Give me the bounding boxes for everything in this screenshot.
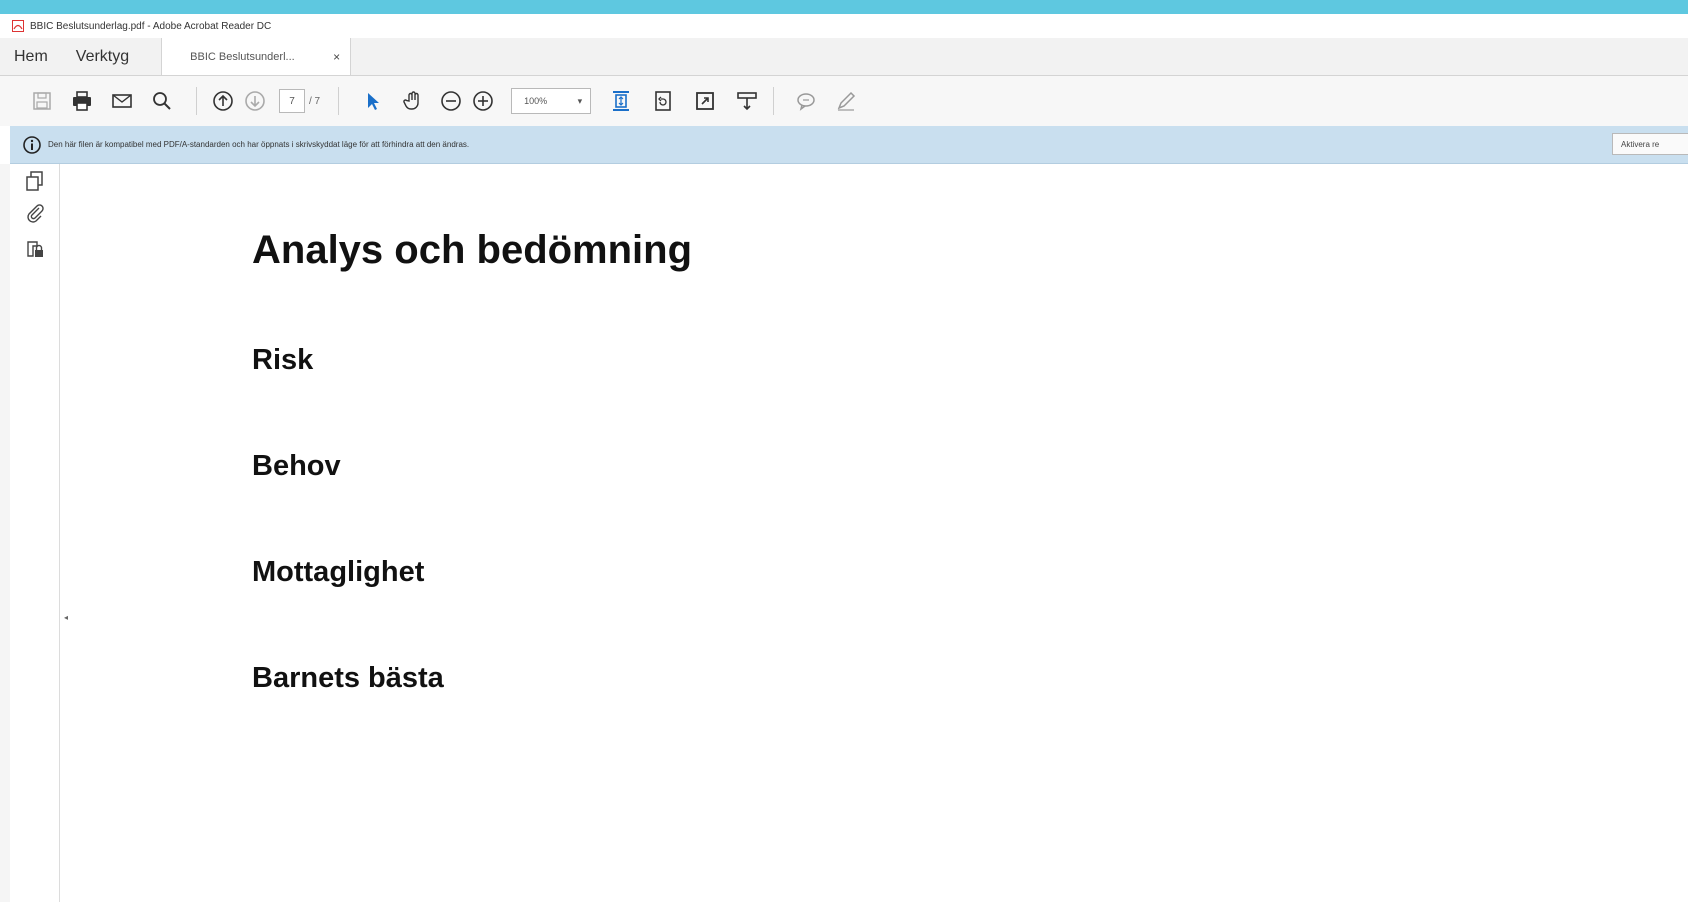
page-title: Analys och bedömning bbox=[252, 228, 693, 272]
print-icon[interactable] bbox=[66, 85, 98, 117]
tab-document-label: BBIC Beslutsunderl... bbox=[190, 50, 295, 63]
rotate-icon[interactable] bbox=[647, 85, 679, 117]
navigation-pane bbox=[10, 164, 60, 902]
tab-close-icon[interactable]: × bbox=[333, 50, 340, 64]
hand-tool-icon[interactable] bbox=[397, 85, 429, 117]
window-title: BBIC Beslutsunderlag.pdf - Adobe Acrobat… bbox=[30, 20, 272, 32]
section-heading-risk: Risk bbox=[252, 344, 314, 376]
pdfa-info-bar: Den här filen är kompatibel med PDF/A-st… bbox=[10, 126, 1688, 164]
zoom-dropdown[interactable]: 100% ▾ bbox=[511, 88, 592, 114]
search-icon[interactable] bbox=[146, 85, 178, 117]
document-page: Analys och bedömning Risk Behov Mottagli… bbox=[72, 164, 1688, 902]
bookmark-lock-icon[interactable] bbox=[22, 236, 48, 262]
main-toolbar: 7 / 7 100% ▾ bbox=[0, 76, 1688, 126]
zoom-value: 100% bbox=[524, 96, 548, 106]
page-up-icon[interactable] bbox=[207, 85, 239, 117]
tab-home[interactable]: Hem bbox=[0, 38, 62, 75]
select-arrow-icon[interactable] bbox=[357, 85, 389, 117]
section-heading-barnets-basta: Barnets bästa bbox=[252, 662, 444, 694]
info-message: Den här filen är kompatibel med PDF/A-st… bbox=[48, 140, 470, 149]
info-icon bbox=[23, 135, 41, 154]
acrobat-app-icon bbox=[12, 20, 24, 32]
window-titlebar: BBIC Beslutsunderlag.pdf - Adobe Acrobat… bbox=[0, 14, 1688, 38]
tab-bar: Hem Verktyg BBIC Beslutsunderl... × bbox=[0, 38, 1688, 76]
chevron-down-icon: ▾ bbox=[577, 95, 583, 106]
page-total: / 7 bbox=[309, 95, 321, 107]
email-icon[interactable] bbox=[106, 85, 138, 117]
save-icon[interactable] bbox=[26, 85, 58, 117]
toolbar-separator bbox=[196, 87, 197, 115]
read-mode-icon[interactable] bbox=[731, 85, 763, 117]
sign-icon[interactable] bbox=[830, 85, 862, 117]
zoom-in-icon[interactable] bbox=[467, 85, 499, 117]
attachments-icon[interactable] bbox=[22, 200, 48, 226]
enable-editing-button[interactable]: Aktivera re bbox=[1612, 133, 1688, 155]
page-thumbnails-icon[interactable] bbox=[22, 168, 48, 194]
tab-document[interactable]: BBIC Beslutsunderl... × bbox=[161, 38, 352, 75]
window-left-edge bbox=[0, 164, 10, 902]
window-accent-bar bbox=[0, 0, 1688, 14]
fit-page-icon[interactable] bbox=[605, 85, 637, 117]
section-heading-mottaglighet: Mottaglighet bbox=[252, 556, 425, 588]
page-number-input[interactable]: 7 bbox=[279, 89, 305, 113]
page-down-icon[interactable] bbox=[239, 85, 271, 117]
comment-icon[interactable] bbox=[790, 85, 822, 117]
tab-tools[interactable]: Verktyg bbox=[62, 38, 143, 75]
fullscreen-icon[interactable] bbox=[689, 85, 721, 117]
toolbar-separator bbox=[338, 87, 340, 115]
zoom-out-icon[interactable] bbox=[435, 85, 467, 117]
collapse-pane-handle[interactable]: ◂ bbox=[60, 610, 72, 624]
section-heading-behov: Behov bbox=[252, 450, 341, 482]
toolbar-separator bbox=[773, 87, 775, 115]
